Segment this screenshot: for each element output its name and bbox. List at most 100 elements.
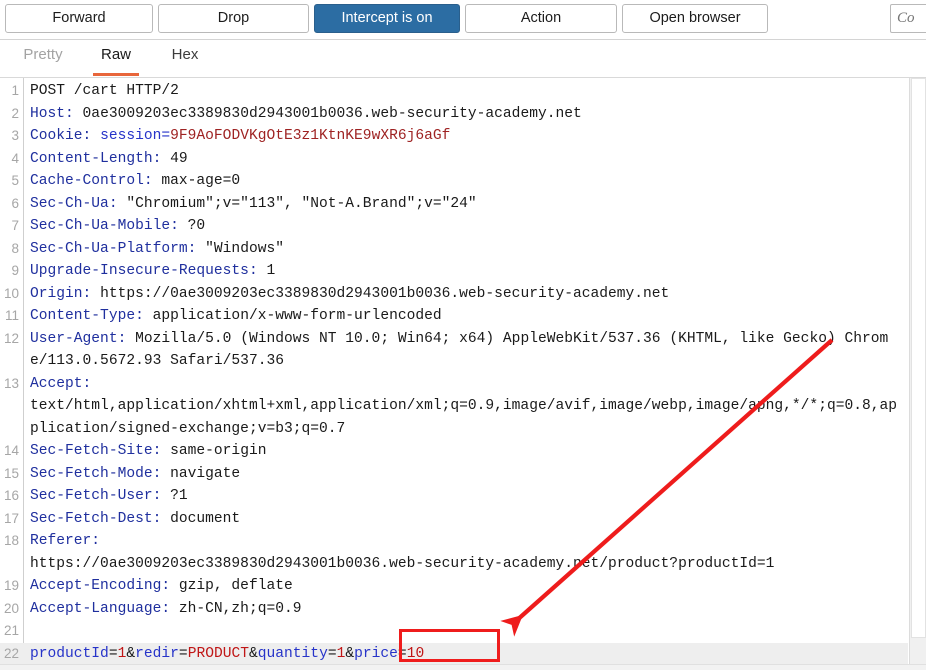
- header-value: ?0: [178, 218, 206, 234]
- header-value: "Chromium";v="113", "Not-A.Brand";v="24": [117, 195, 477, 212]
- body-param-name: quantity: [257, 645, 328, 662]
- request-line: 8 Sec-Ch-Ua-Platform: "Windows": [0, 238, 908, 261]
- body-param-value: PRODUCT: [187, 645, 249, 662]
- request-lines: 1 POST /cart HTTP/2 2 Host: 0ae3009203ec338…: [0, 80, 908, 665]
- header-name: Sec-Fetch-Mode:: [30, 465, 162, 482]
- open-browser-button[interactable]: Open browser: [622, 4, 768, 33]
- header-name: User-Agent:: [30, 330, 127, 347]
- request-line: 3 Cookie: session=9F9AoFODVKgOtE3z1KtnKE9…: [0, 125, 908, 148]
- line-number: 1: [11, 83, 19, 98]
- body-param-value: 10: [406, 645, 425, 662]
- request-line: 9 Upgrade-Insecure-Requests: 1: [0, 260, 908, 283]
- header-value: 0ae3009203ec3389830d2943001b0036.web-sec…: [73, 105, 582, 122]
- header-value: 1: [257, 263, 276, 279]
- tab-raw[interactable]: Raw: [93, 46, 139, 76]
- request-line: 2 Host: 0ae3009203ec3389830d2943001b0036.…: [0, 103, 908, 126]
- action-button[interactable]: Action: [465, 4, 617, 33]
- body-param-separator: =: [397, 645, 407, 662]
- header-value: "Windows": [196, 240, 284, 257]
- request-line: 19 Accept-Encoding: gzip, deflate: [0, 575, 908, 598]
- header-name: Sec-Fetch-Dest:: [30, 510, 162, 527]
- intercept-toggle-button[interactable]: Intercept is on: [314, 4, 460, 33]
- cookie-value: 9F9AoFODVKgOtE3z1KtnKE9wXR6j6aGf: [170, 128, 451, 144]
- line-number: 16: [3, 488, 19, 503]
- editor-scrollbar-thumb[interactable]: [911, 78, 926, 638]
- body-param-name: price: [354, 645, 398, 662]
- search-input[interactable]: [891, 5, 926, 32]
- tab-hex[interactable]: Hex: [164, 46, 206, 76]
- line-number: 19: [3, 578, 19, 593]
- request-line: 17 Sec-Fetch-Dest: document: [0, 508, 908, 531]
- request-line: 20 Accept-Language: zh-CN,zh;q=0.9: [0, 598, 908, 621]
- request-line: 11 Content-Type: application/x-www-form-u…: [0, 305, 908, 328]
- line-number: 15: [3, 465, 19, 481]
- request-line: 10 Origin: https://0ae3009203ec3389830d29…: [0, 283, 908, 306]
- header-value: 49: [161, 150, 188, 167]
- line-number: 12: [3, 330, 19, 346]
- editor-scrollbar-track[interactable]: [909, 78, 926, 670]
- tab-pretty[interactable]: Pretty: [18, 46, 68, 76]
- search-field-wrapper[interactable]: [890, 4, 926, 33]
- line-number: 10: [3, 285, 19, 301]
- header-value: text/html,application/xhtml+xml,applicat…: [30, 398, 898, 437]
- forward-button[interactable]: Forward: [5, 4, 153, 33]
- request-line: 13 Accept: text/html,application/xhtml+xm…: [0, 373, 908, 441]
- header-value: https://0ae3009203ec3389830d2943001b0036…: [30, 555, 775, 572]
- header-name: Accept:: [30, 375, 92, 392]
- header-value: same-origin: [161, 443, 267, 459]
- header-value: https://0ae3009203ec3389830d2943001b0036…: [91, 285, 670, 302]
- header-name: Content-Type:: [30, 308, 144, 324]
- header-value: ?1: [161, 488, 188, 504]
- line-number: 14: [3, 443, 19, 458]
- header-name: Referer:: [30, 533, 101, 549]
- request-line: 14 Sec-Fetch-Site: same-origin: [0, 440, 908, 463]
- body-param-separator: =: [178, 645, 188, 662]
- line-number: 17: [3, 510, 19, 526]
- drop-button[interactable]: Drop: [158, 4, 309, 33]
- line-number: 13: [3, 375, 19, 391]
- header-name: Cookie:: [30, 128, 92, 144]
- header-value: application/x-www-form-urlencoded: [143, 308, 442, 324]
- request-line: 22 productId=1&redir=PRODUCT&quantity=1&p…: [0, 642, 908, 665]
- body-param-ampersand: &: [126, 645, 136, 662]
- body-param-name: productId: [30, 645, 109, 662]
- header-name: Upgrade-Insecure-Requests:: [30, 263, 258, 279]
- header-name: Sec-Fetch-Site:: [30, 443, 162, 459]
- request-raw-editor[interactable]: 1 POST /cart HTTP/2 2 Host: 0ae3009203ec338…: [0, 78, 926, 670]
- header-value: zh-CN,zh;q=0.9: [170, 600, 302, 617]
- request-line: 4 Content-Length: 49: [0, 148, 908, 171]
- proxy-toolbar: Forward Drop Intercept is on Action Open…: [0, 0, 926, 40]
- header-name: Origin:: [30, 285, 92, 302]
- line-number: 11: [4, 308, 19, 323]
- header-value: Mozilla/5.0 (Windows NT 10.0; Win64; x64…: [30, 330, 889, 370]
- request-line: 15 Sec-Fetch-Mode: navigate: [0, 463, 908, 486]
- line-number: 9: [11, 263, 19, 278]
- line-number: 18: [3, 533, 19, 548]
- line-number: 22: [3, 645, 19, 661]
- request-line: 6 Sec-Ch-Ua: "Chromium";v="113", "Not-A.B…: [0, 193, 908, 216]
- header-name: Sec-Ch-Ua-Platform:: [30, 240, 197, 257]
- line-number: 6: [11, 195, 19, 211]
- header-name: Sec-Ch-Ua-Mobile:: [30, 218, 179, 234]
- header-name: Accept-Encoding:: [30, 578, 171, 594]
- header-name: Host:: [30, 105, 74, 122]
- header-name: Accept-Language:: [30, 600, 171, 617]
- body-param-separator: =: [327, 645, 337, 662]
- request-line: 7 Sec-Ch-Ua-Mobile: ?0: [0, 215, 908, 238]
- request-line: 5 Cache-Control: max-age=0: [0, 170, 908, 193]
- body-param-separator: =: [108, 645, 118, 662]
- line-number: 2: [11, 105, 19, 121]
- line-number: 3: [11, 128, 19, 143]
- body-param-ampersand: &: [345, 645, 355, 662]
- header-name: Sec-Ch-Ua:: [30, 195, 118, 212]
- header-name: Sec-Fetch-User:: [30, 488, 162, 504]
- request-line: 12 User-Agent: Mozilla/5.0 (Windows NT 10…: [0, 328, 908, 373]
- line-number: 7: [11, 218, 19, 233]
- line-number: 8: [11, 240, 19, 256]
- request-start-line: POST /cart HTTP/2: [30, 83, 179, 99]
- editor-bottom-strip: [0, 664, 926, 670]
- header-value: max-age=0: [152, 173, 241, 189]
- message-view-tabstrip: Pretty Raw Hex \n: [0, 40, 926, 111]
- header-value: gzip, deflate: [170, 578, 293, 594]
- body-param-name: redir: [135, 645, 179, 662]
